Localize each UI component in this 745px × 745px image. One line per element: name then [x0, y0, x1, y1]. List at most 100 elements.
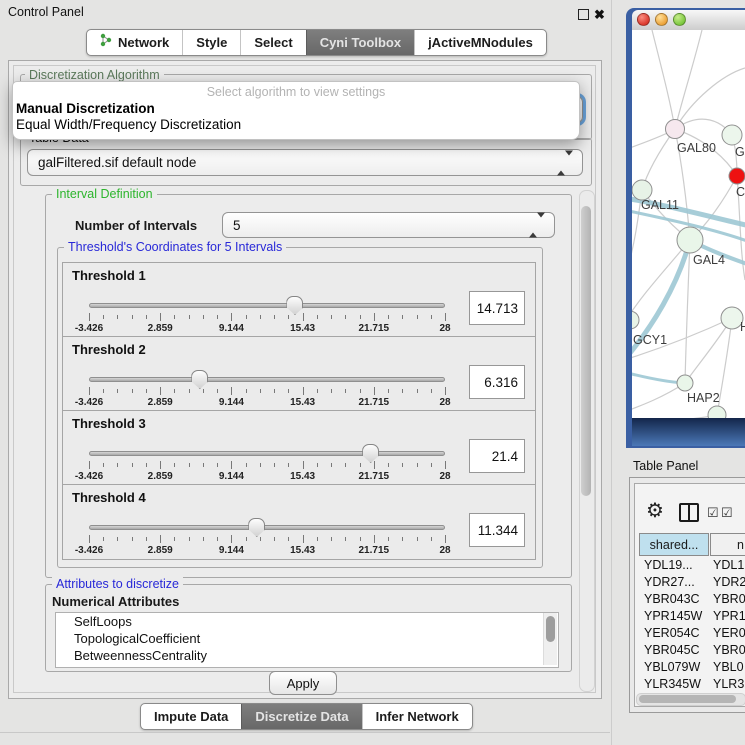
tick-mark	[388, 537, 389, 541]
tick-mark	[89, 313, 90, 321]
tick-mark	[288, 315, 289, 319]
minimize-traffic-light-icon[interactable]	[655, 13, 668, 26]
tick-mark	[231, 387, 232, 395]
float-window-icon[interactable]	[578, 9, 589, 20]
tick-mark	[374, 387, 375, 395]
gear-icon[interactable]: ⚙	[646, 501, 664, 521]
checkbox-icon[interactable]: ☑	[707, 506, 719, 519]
tick-mark	[203, 315, 204, 319]
zoom-traffic-light-icon[interactable]	[673, 13, 686, 26]
threshold-value-field[interactable]: 6.316	[469, 365, 525, 399]
table-cell: YBR0	[709, 643, 745, 660]
table-row[interactable]: YBL079WYBL0	[635, 660, 745, 677]
attributes-scrollbar[interactable]	[543, 613, 557, 665]
attribute-item[interactable]: SelfLoops	[56, 613, 558, 630]
network-node[interactable]	[632, 311, 639, 329]
table-row[interactable]: YDL19...YDL1	[635, 558, 745, 575]
tab-cyni-toolbox[interactable]: Cyni Toolbox	[306, 30, 414, 55]
attribute-item[interactable]: BetweennessCentrality	[56, 647, 558, 664]
algorithm-popup: Select algorithm to view settings Manual…	[12, 81, 580, 140]
tab-discretize-data[interactable]: Discretize Data	[241, 704, 361, 729]
node-table-body[interactable]: YDL19...YDL1YDR27...YDR2YBR043CYBR0YPR14…	[635, 558, 745, 692]
tick-mark	[360, 463, 361, 467]
network-node[interactable]	[729, 168, 745, 184]
threshold-slider[interactable]: -3.4262.8599.14415.4321.71528	[89, 447, 445, 481]
table-data-combo[interactable]: galFiltered.sif default node	[27, 149, 583, 176]
tick-mark	[89, 387, 90, 395]
tick-label: 9.144	[219, 545, 244, 556]
main-scrollbar-thumb[interactable]	[581, 206, 591, 496]
tick-mark	[374, 313, 375, 321]
tick-label: 2.859	[148, 471, 173, 482]
network-node[interactable]	[708, 406, 726, 418]
split-view-icon[interactable]	[679, 503, 699, 522]
table-row[interactable]: YBR045CYBR0	[635, 643, 745, 660]
slider-track[interactable]	[89, 303, 445, 308]
tick-mark	[345, 537, 346, 541]
network-node[interactable]	[632, 180, 652, 200]
network-window-titlebar[interactable]	[632, 10, 745, 31]
tick-mark	[288, 537, 289, 541]
tab-select[interactable]: Select	[240, 30, 305, 55]
tick-label: 2.859	[148, 545, 173, 556]
column-header-name[interactable]: n	[710, 533, 745, 556]
popup-option-equal-width-frequency[interactable]: Equal Width/Frequency Discretization	[13, 117, 579, 132]
tab-impute-data-label: Impute Data	[154, 704, 228, 729]
table-row[interactable]: YDR27...YDR2	[635, 575, 745, 592]
network-view[interactable]: GAL80GCGAL11GAL4GCY1HHAP2	[632, 30, 745, 418]
tick-mark	[160, 535, 161, 543]
tab-jactivemnodules[interactable]: jActiveMNodules	[414, 30, 546, 55]
threshold-slider[interactable]: -3.4262.8599.14415.4321.71528	[89, 521, 445, 555]
apply-button[interactable]: Apply	[269, 671, 337, 695]
tick-mark	[160, 387, 161, 395]
popup-option-manual-discretization[interactable]: Manual Discretization	[13, 101, 579, 116]
tab-network[interactable]: Network	[87, 30, 182, 55]
table-cell: YLR345W	[635, 677, 709, 692]
column-header-shared-name[interactable]: shared...	[639, 533, 709, 556]
table-row[interactable]: YER054CYER0	[635, 626, 745, 643]
slider-track[interactable]	[89, 377, 445, 382]
tick-label: 21.715	[359, 323, 390, 334]
tick-mark	[360, 315, 361, 319]
tick-label: 15.43	[290, 471, 315, 482]
tick-mark	[431, 463, 432, 467]
table-hscrollbar[interactable]	[636, 693, 745, 706]
slider-track[interactable]	[89, 451, 445, 456]
table-row[interactable]: YLR345WYLR3	[635, 677, 745, 692]
attribute-item[interactable]: TopologicalCoefficient	[56, 630, 558, 647]
footer-divider	[0, 732, 610, 733]
threshold-value-field[interactable]: 14.713	[469, 291, 525, 325]
tab-infer-network-label: Infer Network	[376, 704, 459, 729]
tick-mark	[146, 463, 147, 467]
numerical-attributes-list[interactable]: SelfLoopsTopologicalCoefficientBetweenne…	[55, 612, 559, 668]
tab-style[interactable]: Style	[182, 30, 240, 55]
tick-labels: -3.4262.8599.14415.4321.71528	[89, 545, 445, 557]
number-of-intervals-combo[interactable]: 5	[222, 212, 555, 238]
tick-mark	[217, 389, 218, 393]
network-node[interactable]	[722, 125, 742, 145]
threshold-slider[interactable]: -3.4262.8599.14415.4321.71528	[89, 299, 445, 333]
close-icon[interactable]: ✖	[594, 8, 605, 21]
tick-mark	[345, 389, 346, 393]
main-scrollbar[interactable]	[579, 190, 595, 692]
network-node-label: GCY1	[633, 333, 667, 347]
table-row[interactable]: YPR145WYPR1	[635, 609, 745, 626]
attributes-scrollbar-thumb[interactable]	[546, 616, 555, 642]
tick-mark	[203, 463, 204, 467]
threshold-value-field[interactable]: 11.344	[469, 513, 525, 547]
network-node[interactable]	[677, 227, 703, 253]
close-traffic-light-icon[interactable]	[637, 13, 650, 26]
network-node[interactable]	[677, 375, 693, 391]
checkbox-icon[interactable]: ☑	[721, 506, 733, 519]
slider-track[interactable]	[89, 525, 445, 530]
network-node[interactable]	[666, 120, 685, 139]
table-row[interactable]: YBR043CYBR0	[635, 592, 745, 609]
table-hscrollbar-thumb[interactable]	[639, 695, 736, 703]
tab-impute-data[interactable]: Impute Data	[141, 704, 241, 729]
tick-mark	[160, 461, 161, 469]
tick-mark	[431, 537, 432, 541]
attributes-group-label: Attributes to discretize	[52, 577, 183, 591]
tab-infer-network[interactable]: Infer Network	[362, 704, 472, 729]
threshold-slider[interactable]: -3.4262.8599.14415.4321.71528	[89, 373, 445, 407]
threshold-value-field[interactable]: 21.4	[469, 439, 525, 473]
